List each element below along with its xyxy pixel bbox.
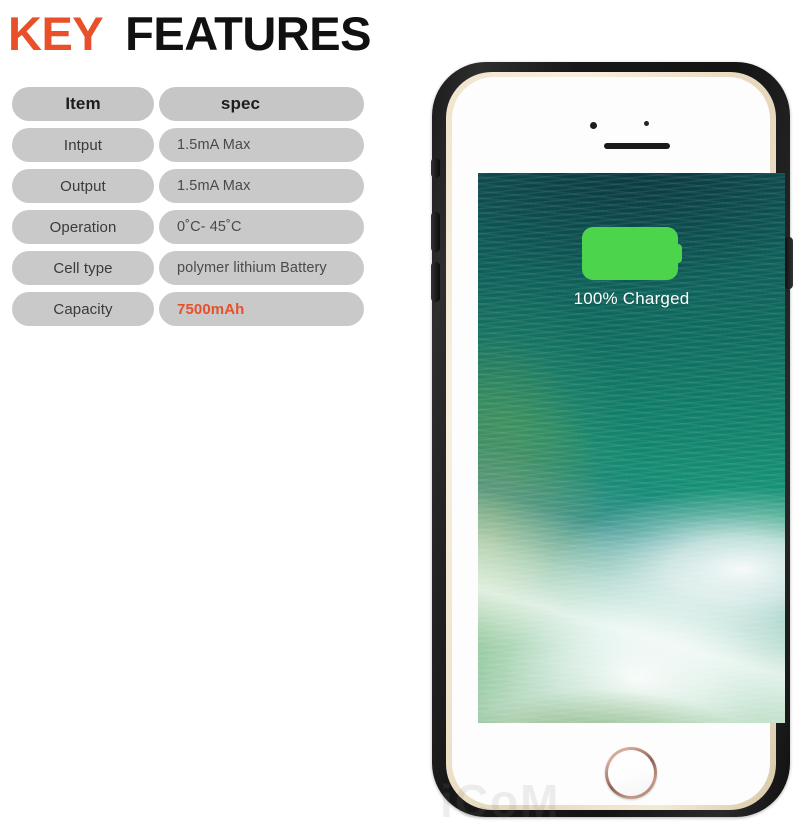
page-title: KEY FEATURES	[8, 2, 371, 64]
row-label-cell: Operation	[12, 210, 154, 244]
phone-screen: 100% Charged	[478, 173, 785, 723]
row-label-text: Intput	[63, 136, 103, 154]
page-title-highlight: KEY	[8, 6, 104, 60]
row-value-text: 1.5mA Max	[177, 178, 251, 194]
spec-table: Item spec Intput 1.5mA Max Output 1.5mA …	[12, 87, 364, 333]
table-row: Cell type polymer lithium Battery	[12, 251, 364, 285]
row-value-cell: 1.5mA Max	[159, 128, 364, 162]
row-value-cell: polymer lithium Battery	[159, 251, 364, 285]
row-label-text: Cell type	[53, 259, 113, 277]
header-label-item: Item	[65, 94, 101, 113]
row-value-text: polymer lithium Battery	[177, 260, 327, 276]
table-row: Output 1.5mA Max	[12, 169, 364, 203]
power-button-cutout	[784, 237, 793, 289]
row-label-text: Output	[60, 177, 106, 195]
earpiece-speaker	[604, 143, 670, 149]
header-cell-item: Item	[12, 87, 154, 121]
row-value-text: 0˚C- 45˚C	[177, 219, 242, 235]
phone-front-face: 100% Charged	[452, 77, 785, 805]
table-header-row: Item spec	[12, 87, 364, 121]
home-button[interactable]	[605, 747, 657, 799]
row-value-text: 1.5mA Max	[177, 137, 251, 153]
row-label-cell: Cell type	[12, 251, 154, 285]
table-row: Intput 1.5mA Max	[12, 128, 364, 162]
row-label-cell: Output	[12, 169, 154, 203]
row-value-cell: 0˚C- 45˚C	[159, 210, 364, 244]
front-camera-icon	[590, 122, 597, 129]
row-value-cell: 7500mAh	[159, 292, 364, 326]
volume-down-cutout	[431, 262, 440, 302]
table-row: Capacity 7500mAh	[12, 292, 364, 326]
proximity-sensor-icon	[644, 121, 649, 126]
charging-status-overlay: 100% Charged	[478, 227, 785, 309]
phone-product-image: 100% Charged iCoM	[431, 62, 793, 827]
row-value-text-accent: 7500mAh	[177, 300, 245, 318]
row-label-cell: Intput	[12, 128, 154, 162]
charge-status-text: 100% Charged	[573, 289, 690, 308]
battery-terminal-nub	[675, 244, 682, 263]
battery-body	[581, 227, 678, 280]
mute-switch-cutout	[431, 158, 440, 178]
table-row: Operation 0˚C- 45˚C	[12, 210, 364, 244]
row-label-text: Capacity	[53, 300, 113, 318]
row-label-cell: Capacity	[12, 292, 154, 326]
battery-full-icon	[581, 227, 682, 280]
row-value-cell: 1.5mA Max	[159, 169, 364, 203]
header-label-spec: spec	[220, 94, 261, 113]
header-cell-spec: spec	[159, 87, 364, 121]
row-label-text: Operation	[49, 218, 117, 236]
volume-up-cutout	[431, 212, 440, 252]
home-button-inner	[608, 750, 654, 796]
page-title-rest: FEATURES	[125, 6, 371, 60]
